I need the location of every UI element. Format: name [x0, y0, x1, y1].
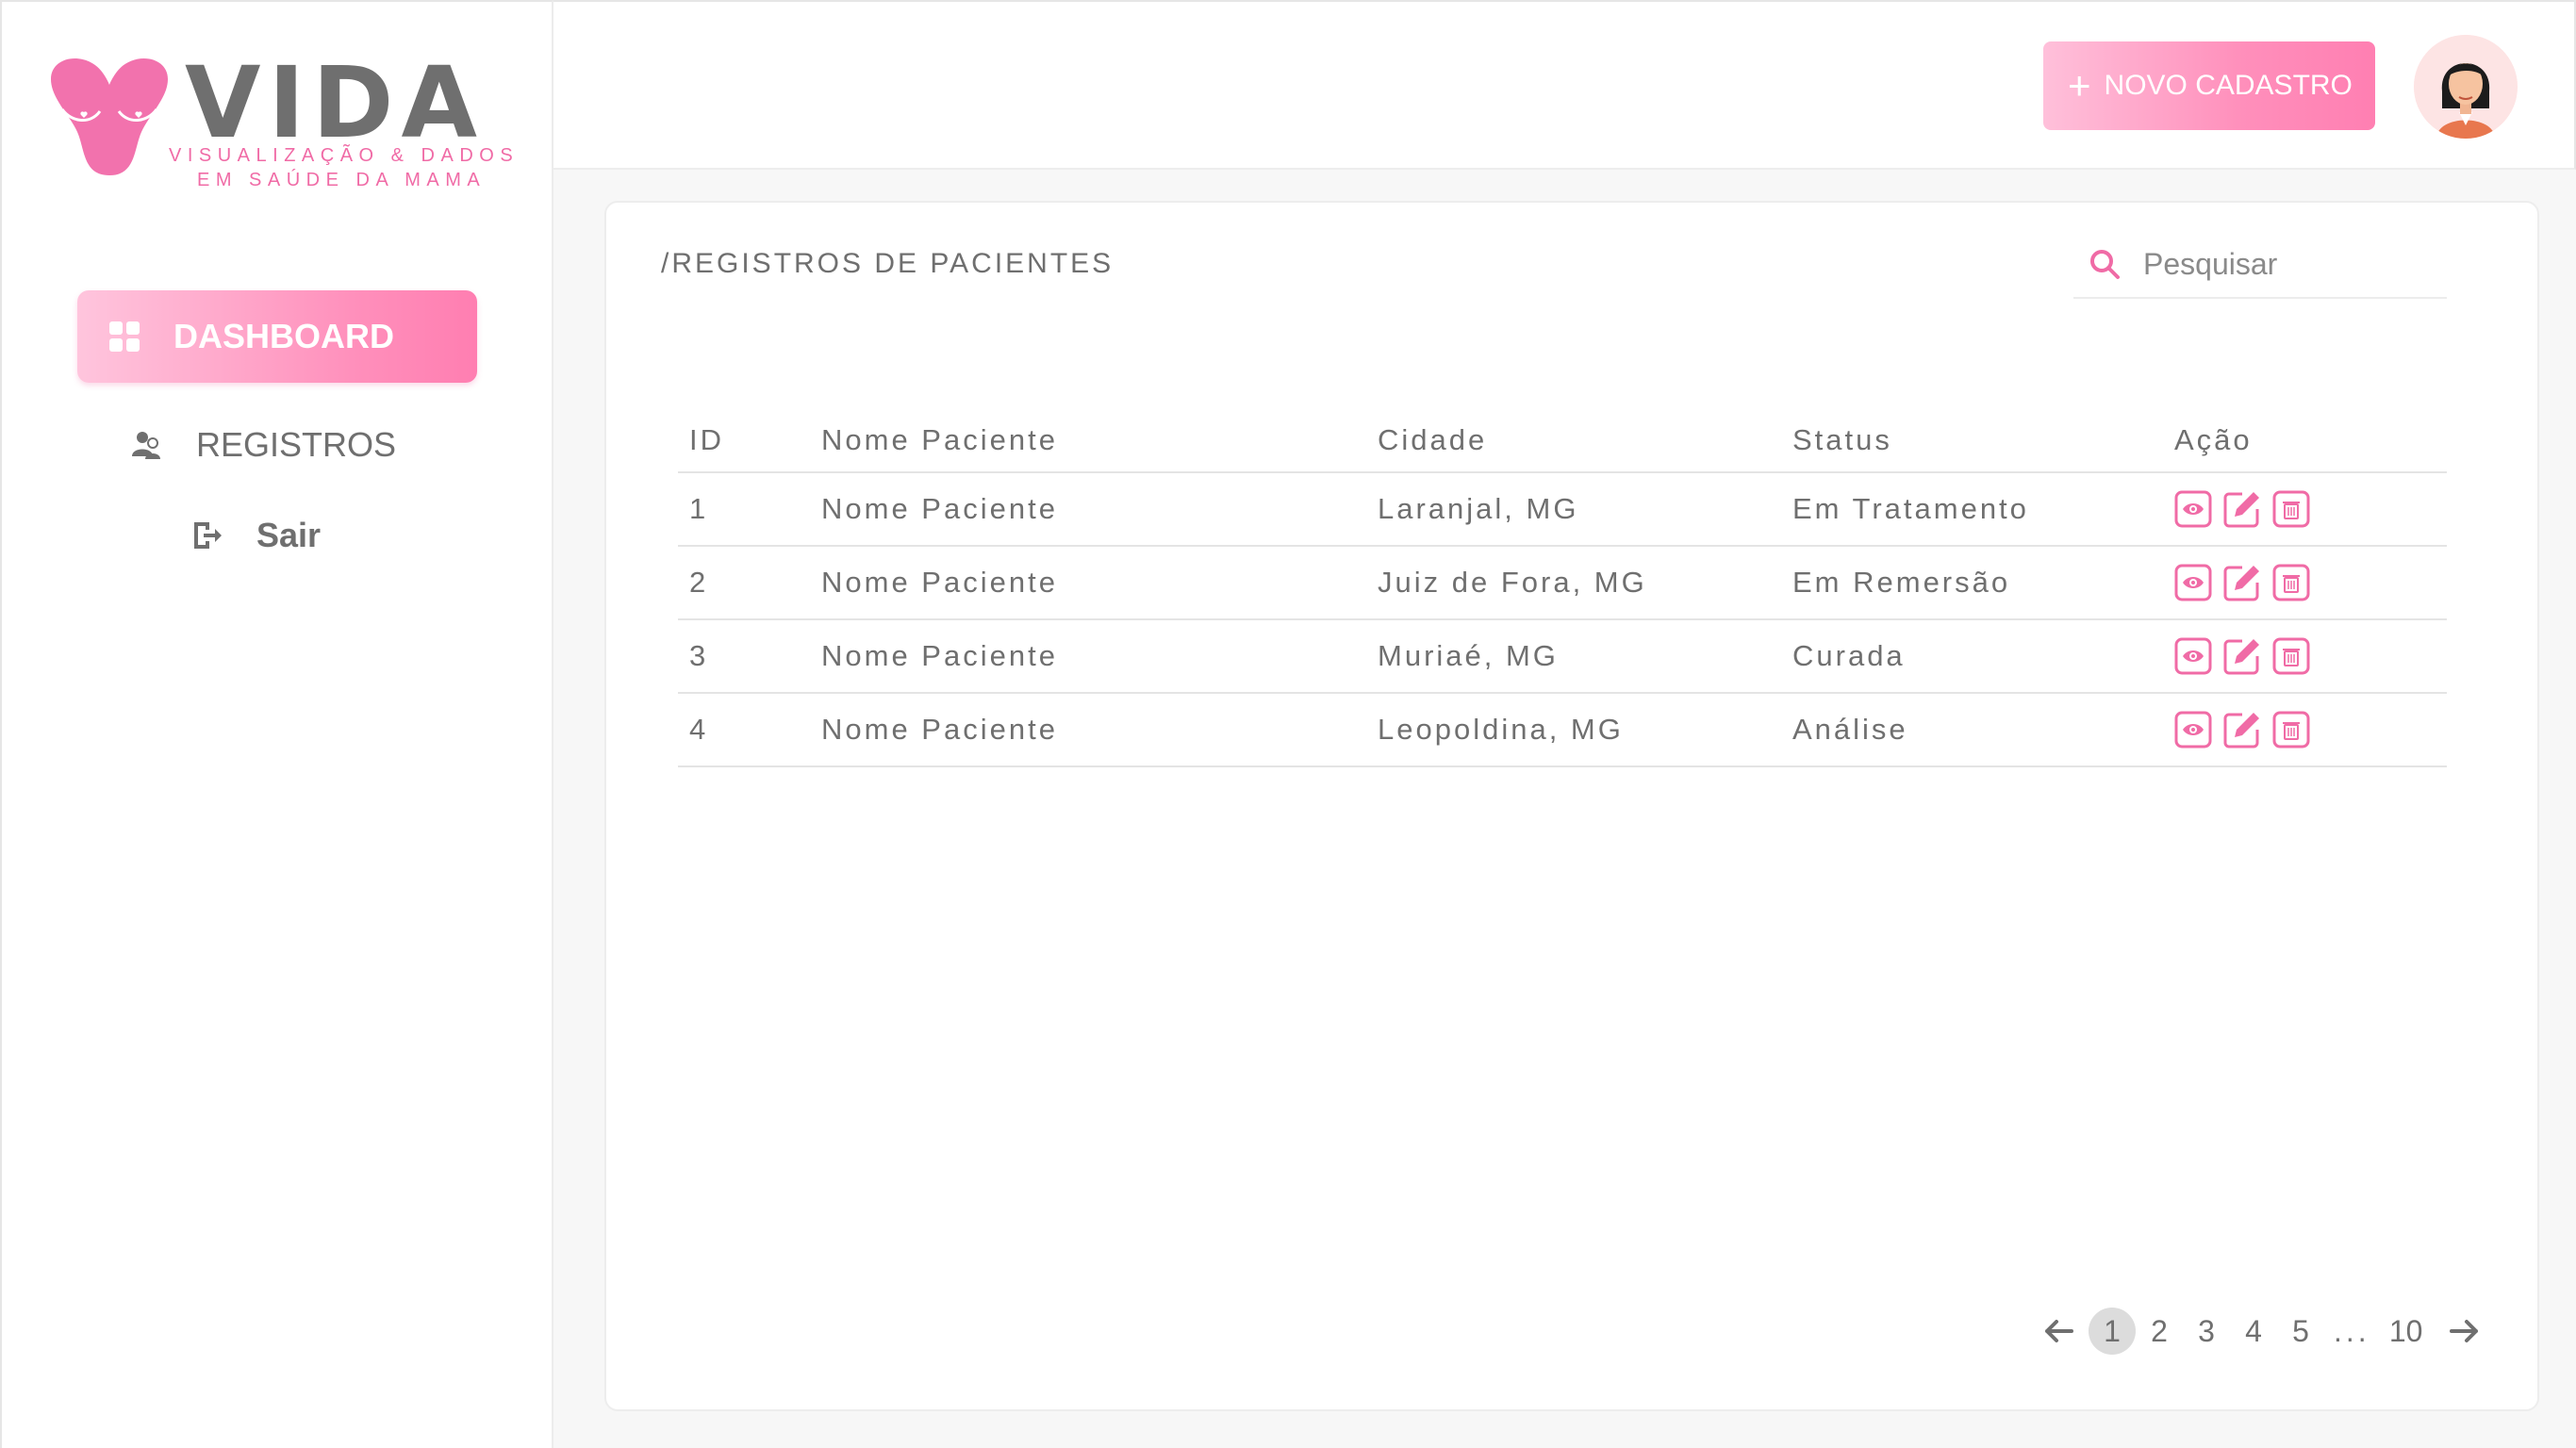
pagination: 1 2 3 4 5 ... 10 — [2039, 1306, 2484, 1357]
cell-city: Leopoldina, MG — [1366, 693, 1781, 767]
brand-name: VIDA — [185, 45, 485, 160]
breadcrumb: /REGISTROS DE PACIENTES — [661, 248, 1115, 279]
edit-icon[interactable] — [2223, 564, 2261, 601]
patients-table: ID Nome Paciente Cidade Status Ação 1 No… — [678, 408, 2447, 767]
page-2[interactable]: 2 — [2136, 1308, 2183, 1355]
table-header-row: ID Nome Paciente Cidade Status Ação — [678, 408, 2447, 473]
header-status[interactable]: Status — [1781, 408, 2163, 473]
cell-status: Análise — [1781, 693, 2163, 767]
search-bar — [2073, 231, 2447, 299]
avatar[interactable] — [2414, 35, 2518, 139]
delete-icon[interactable] — [2272, 490, 2310, 528]
sidebar-item-registros[interactable]: REGISTROS — [130, 417, 396, 473]
cell-id: 1 — [678, 472, 810, 547]
edit-icon[interactable] — [2223, 637, 2261, 675]
view-icon[interactable] — [2174, 490, 2212, 528]
table-row[interactable]: 1 Nome Paciente Laranjal, MG Em Tratamen… — [678, 472, 2447, 547]
header-action: Ação — [2163, 408, 2447, 473]
cell-name: Nome Paciente — [810, 472, 1366, 547]
brand-tagline-line2: EM SAÚDE DA MAMA — [197, 170, 487, 190]
cell-city: Muriaé, MG — [1366, 619, 1781, 694]
patients-card: /REGISTROS DE PACIENTES ID Nome Paciente… — [604, 201, 2539, 1411]
cell-city: Juiz de Fora, MG — [1366, 546, 1781, 620]
edit-icon[interactable] — [2223, 490, 2261, 528]
logo[interactable]: VIDA VISUALIZAÇÃO & DADOS EM SAÚDE DA MA… — [43, 45, 513, 192]
page-1[interactable]: 1 — [2089, 1308, 2136, 1355]
arrow-right-icon[interactable] — [2446, 1312, 2484, 1350]
sidebar-item-label: REGISTROS — [196, 425, 397, 464]
cell-actions — [2163, 546, 2447, 620]
cell-actions — [2163, 472, 2447, 547]
header-city[interactable]: Cidade — [1366, 408, 1781, 473]
new-registration-label: NOVO CADASTRO — [2104, 70, 2353, 101]
table-row[interactable]: 4 Nome Paciente Leopoldina, MG Análise — [678, 693, 2447, 767]
plus-icon: + — [2068, 63, 2091, 107]
brand-tagline-line1: VISUALIZAÇÃO & DADOS — [169, 145, 520, 166]
table-row[interactable]: 2 Nome Paciente Juiz de Fora, MG Em Reme… — [678, 546, 2447, 620]
pagination-ellipsis: ... — [2334, 1313, 2370, 1348]
arrow-left-icon[interactable] — [2039, 1312, 2077, 1350]
cell-name: Nome Paciente — [810, 619, 1366, 694]
sidebar-item-dashboard[interactable]: DASHBOARD — [77, 290, 477, 383]
page-5[interactable]: 5 — [2277, 1308, 2324, 1355]
page-10[interactable]: 10 — [2380, 1308, 2433, 1355]
cell-actions — [2163, 619, 2447, 694]
delete-icon[interactable] — [2272, 637, 2310, 675]
table-row[interactable]: 3 Nome Paciente Muriaé, MG Curada — [678, 619, 2447, 694]
page-4[interactable]: 4 — [2230, 1308, 2277, 1355]
user-avatar-icon — [2414, 35, 2518, 139]
cell-status: Curada — [1781, 619, 2163, 694]
sidebar-item-label: DASHBOARD — [173, 317, 394, 355]
users-icon — [132, 432, 160, 459]
search-input[interactable] — [2143, 246, 2426, 282]
sidebar-item-sair[interactable]: Sair — [190, 507, 321, 564]
delete-icon[interactable] — [2272, 711, 2310, 749]
cell-actions — [2163, 693, 2447, 767]
cell-id: 4 — [678, 693, 810, 767]
new-registration-button[interactable]: + NOVO CADASTRO — [2043, 41, 2375, 130]
cell-name: Nome Paciente — [810, 693, 1366, 767]
logout-icon — [194, 522, 222, 549]
top-header: + NOVO CADASTRO — [553, 0, 2576, 170]
cell-status: Em Remersão — [1781, 546, 2163, 620]
sidebar-item-label: Sair — [256, 516, 322, 554]
cell-name: Nome Paciente — [810, 546, 1366, 620]
view-icon[interactable] — [2174, 564, 2212, 601]
logo-mark-icon — [51, 58, 168, 175]
header-name[interactable]: Nome Paciente — [810, 408, 1366, 473]
cell-id: 2 — [678, 546, 810, 620]
sidebar: VIDA VISUALIZAÇÃO & DADOS EM SAÚDE DA MA… — [0, 0, 553, 1448]
cell-city: Laranjal, MG — [1366, 472, 1781, 547]
grid-icon — [109, 321, 140, 352]
delete-icon[interactable] — [2272, 564, 2310, 601]
view-icon[interactable] — [2174, 637, 2212, 675]
cell-status: Em Tratamento — [1781, 472, 2163, 547]
page-3[interactable]: 3 — [2183, 1308, 2230, 1355]
view-icon[interactable] — [2174, 711, 2212, 749]
search-icon[interactable] — [2089, 248, 2121, 280]
header-id[interactable]: ID — [678, 408, 810, 473]
edit-icon[interactable] — [2223, 711, 2261, 749]
cell-id: 3 — [678, 619, 810, 694]
